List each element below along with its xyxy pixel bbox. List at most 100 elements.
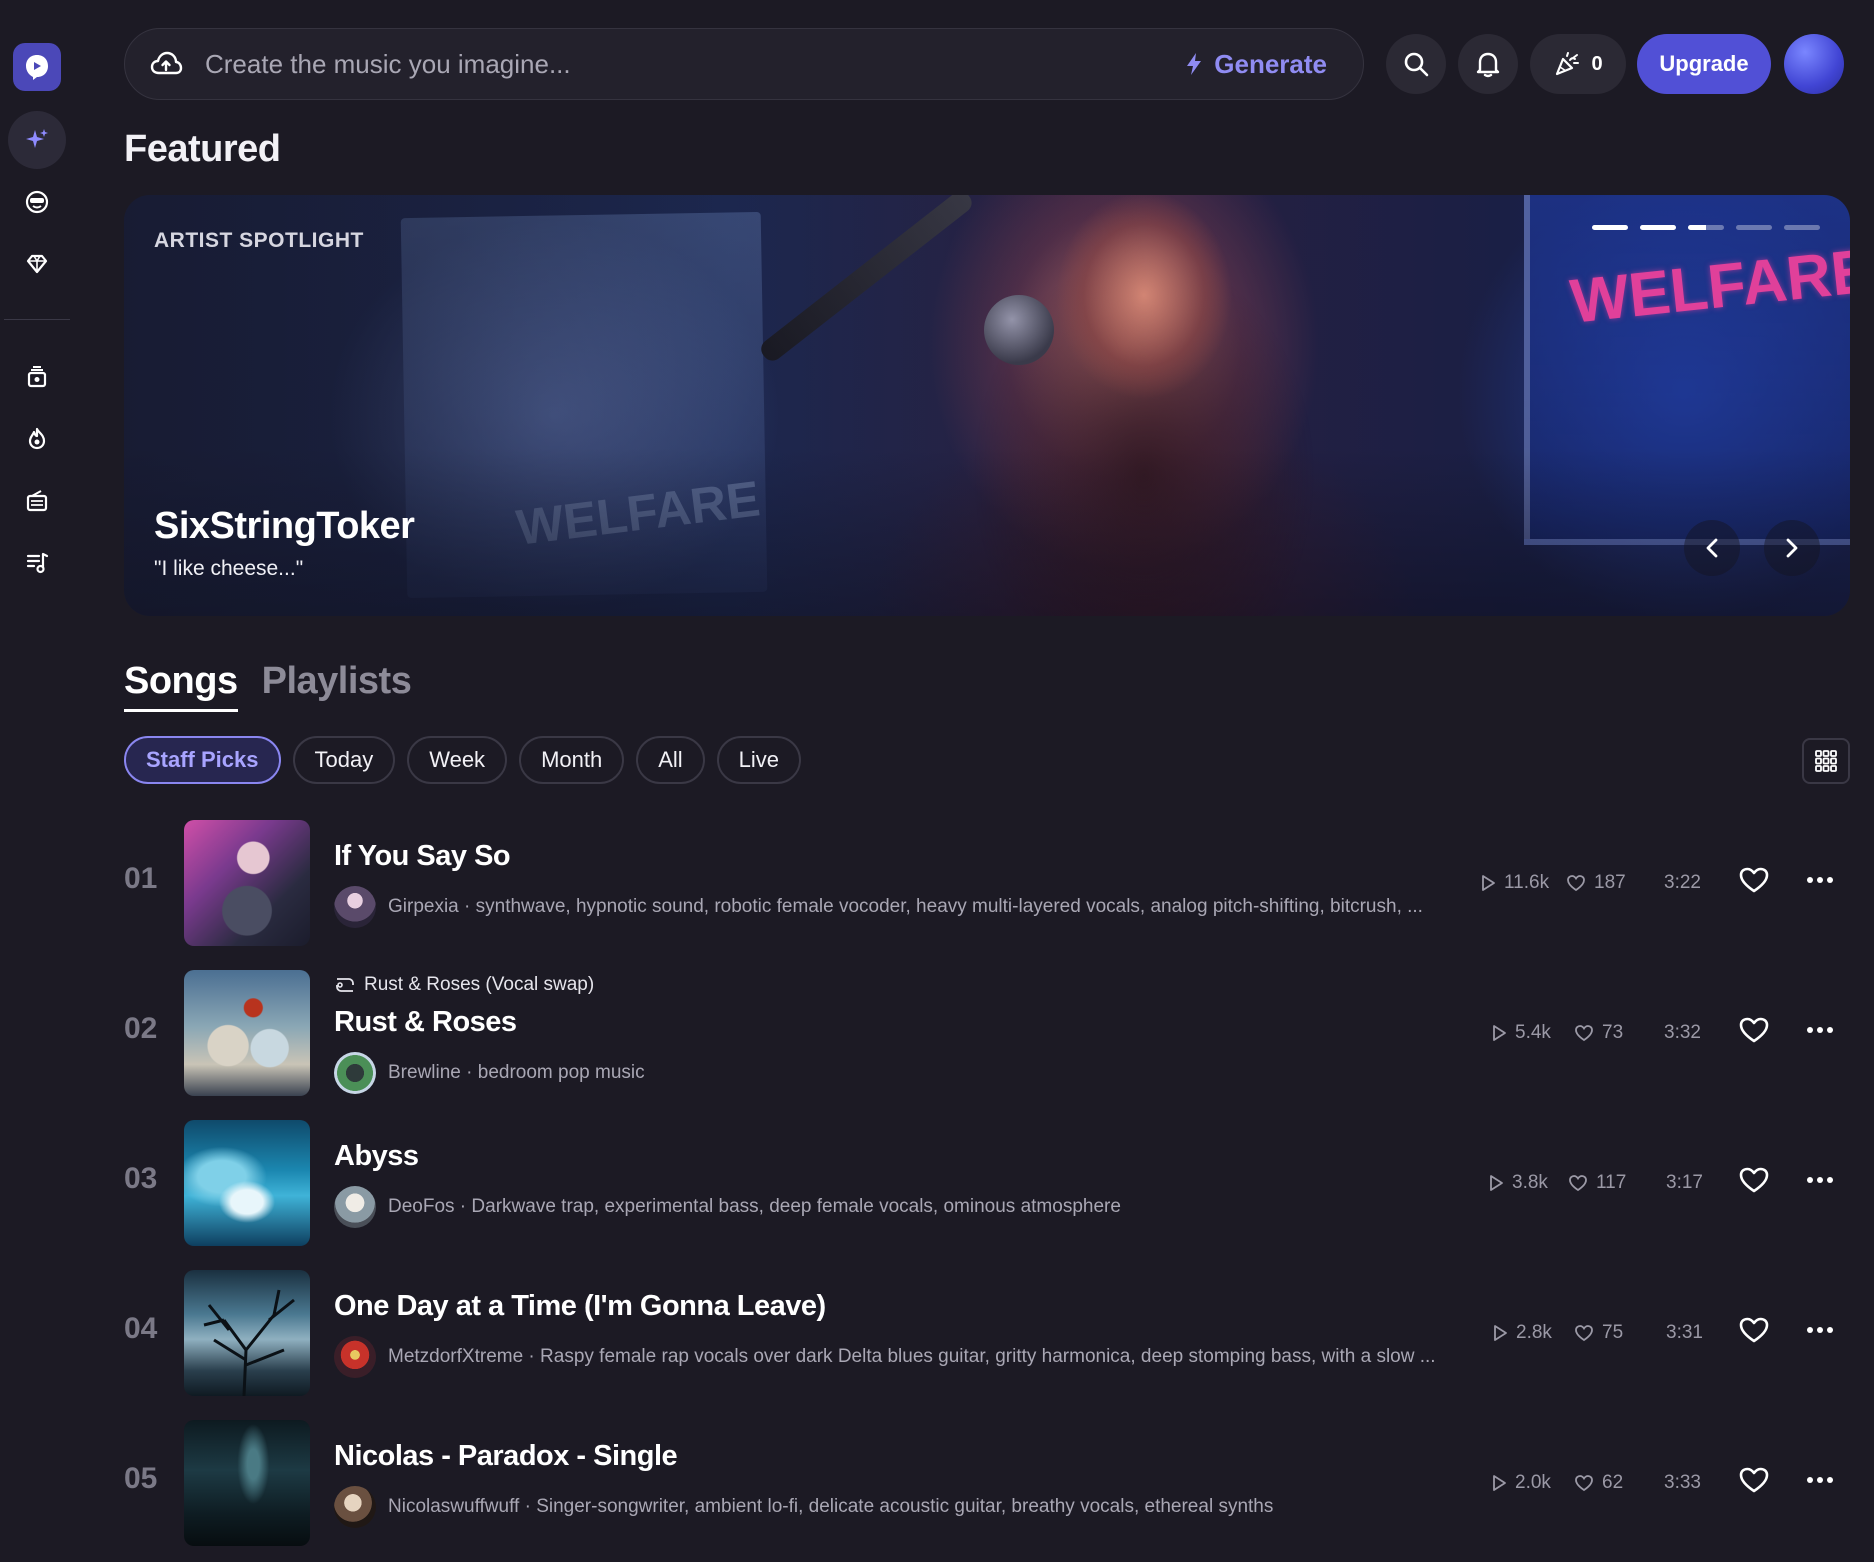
song-artist-and-tags: Brewline · bedroom pop music bbox=[388, 1062, 645, 1083]
song-title[interactable]: Rust & Roses bbox=[334, 1006, 517, 1039]
song-row[interactable]: 03 Abyss DeoFos · Darkwave trap, experim… bbox=[124, 1120, 1850, 1248]
remix-source[interactable]: Rust & Roses (Vocal swap) bbox=[334, 974, 594, 996]
song-cover[interactable] bbox=[184, 970, 310, 1096]
like-button[interactable] bbox=[1734, 1460, 1774, 1500]
carousel-dot[interactable] bbox=[1688, 225, 1724, 230]
song-cover[interactable] bbox=[184, 1270, 310, 1396]
sidebar-item-trending[interactable] bbox=[8, 410, 66, 468]
song-title[interactable]: Abyss bbox=[334, 1140, 419, 1173]
time-filters: Staff Picks Today Week Month All Live bbox=[124, 736, 802, 784]
carousel-prev-button[interactable] bbox=[1684, 520, 1740, 576]
featured-carousel[interactable]: WELFARE WELFARE ARTIST SPOTLIGHT SixStri… bbox=[124, 195, 1850, 616]
heart-icon bbox=[1739, 1167, 1769, 1193]
artist-avatar[interactable] bbox=[334, 1486, 376, 1528]
sidebar-item-radio[interactable] bbox=[8, 472, 66, 530]
like-count: 187 bbox=[1566, 872, 1626, 894]
like-button[interactable] bbox=[1734, 1310, 1774, 1350]
smiley-icon bbox=[25, 190, 49, 214]
search-button[interactable] bbox=[1386, 34, 1446, 94]
cloud-upload-icon[interactable] bbox=[149, 47, 183, 81]
generate-label: Generate bbox=[1214, 48, 1327, 79]
user-avatar[interactable] bbox=[1784, 34, 1844, 94]
heart-icon bbox=[1739, 1317, 1769, 1343]
song-title[interactable]: Nicolas - Paradox - Single bbox=[334, 1440, 678, 1473]
tab-songs[interactable]: Songs bbox=[124, 660, 238, 712]
song-artist[interactable]: Brewline bbox=[388, 1062, 461, 1083]
song-artist[interactable]: Nicolaswuffwuff bbox=[388, 1496, 519, 1517]
song-title[interactable]: One Day at a Time (I'm Gonna Leave) bbox=[334, 1290, 826, 1323]
song-title[interactable]: If You Say So bbox=[334, 840, 511, 873]
like-count-value: 73 bbox=[1602, 1022, 1624, 1043]
sidebar-item-premium[interactable] bbox=[8, 235, 66, 293]
bell-icon bbox=[1476, 52, 1500, 78]
sidebar-item-create[interactable] bbox=[8, 111, 66, 169]
song-duration: 3:17 bbox=[1666, 1172, 1703, 1193]
filter-all[interactable]: All bbox=[636, 736, 705, 784]
grid-view-button[interactable] bbox=[1802, 738, 1850, 784]
artist-avatar[interactable] bbox=[334, 1186, 376, 1228]
artist-avatar[interactable] bbox=[334, 886, 376, 928]
filter-staff-picks[interactable]: Staff Picks bbox=[124, 736, 281, 784]
play-count-value: 11.6k bbox=[1504, 872, 1550, 893]
generate-button[interactable]: Generate bbox=[1184, 49, 1327, 80]
play-count-value: 3.8k bbox=[1512, 1172, 1548, 1193]
credits-counter[interactable]: 0 bbox=[1530, 34, 1626, 94]
song-artist-and-tags: MetzdorfXtreme · Raspy female rap vocals… bbox=[388, 1346, 1436, 1367]
notifications-button[interactable] bbox=[1458, 34, 1518, 94]
carousel-dot[interactable] bbox=[1736, 225, 1772, 230]
more-options-button[interactable] bbox=[1800, 1010, 1840, 1050]
library-icon bbox=[27, 366, 47, 388]
play-icon bbox=[1482, 875, 1495, 891]
song-artist[interactable]: DeoFos bbox=[388, 1196, 455, 1217]
more-options-button[interactable] bbox=[1800, 1310, 1840, 1350]
like-button[interactable] bbox=[1734, 1010, 1774, 1050]
chevron-left-icon bbox=[1706, 538, 1718, 558]
song-tags: synthwave, hypnotic sound, robotic femal… bbox=[475, 896, 1423, 917]
song-cover[interactable] bbox=[184, 1120, 310, 1246]
sidebar-item-explore[interactable] bbox=[8, 173, 66, 231]
song-row[interactable]: 04 One Day at a Time (I'm Gonna Leave) M… bbox=[124, 1270, 1850, 1398]
more-options-button[interactable] bbox=[1800, 1160, 1840, 1200]
filter-month[interactable]: Month bbox=[519, 736, 625, 784]
app-logo[interactable] bbox=[13, 43, 61, 91]
remix-source-title: Rust & Roses (Vocal swap) bbox=[364, 974, 595, 995]
song-artist-and-tags: DeoFos · Darkwave trap, experimental bas… bbox=[388, 1196, 1121, 1217]
more-options-button[interactable] bbox=[1800, 1460, 1840, 1500]
song-cover[interactable] bbox=[184, 820, 310, 946]
more-horizontal-icon bbox=[1807, 877, 1833, 883]
like-count: 75 bbox=[1574, 1322, 1623, 1344]
like-button[interactable] bbox=[1734, 1160, 1774, 1200]
bolt-icon bbox=[1187, 53, 1202, 75]
sidebar-divider bbox=[4, 319, 70, 320]
song-row[interactable]: 02 Rust & Roses (Vocal swap) Rust & Rose… bbox=[124, 970, 1850, 1098]
song-artist[interactable]: MetzdorfXtreme bbox=[388, 1346, 523, 1367]
song-row[interactable]: 05 Nicolas - Paradox - Single Nicolaswuf… bbox=[124, 1420, 1850, 1548]
song-rank: 01 bbox=[124, 862, 158, 895]
play-count-value: 2.8k bbox=[1516, 1322, 1552, 1343]
song-duration: 3:33 bbox=[1664, 1472, 1701, 1493]
more-options-button[interactable] bbox=[1800, 860, 1840, 900]
song-cover[interactable] bbox=[184, 1420, 310, 1546]
confetti-icon bbox=[1556, 52, 1580, 76]
sidebar-item-library[interactable] bbox=[8, 348, 66, 406]
carousel-dot[interactable] bbox=[1640, 225, 1676, 230]
filter-week[interactable]: Week bbox=[407, 736, 508, 784]
like-button[interactable] bbox=[1734, 860, 1774, 900]
filter-live[interactable]: Live bbox=[716, 736, 802, 784]
artist-avatar[interactable] bbox=[334, 1336, 376, 1378]
artist-avatar[interactable] bbox=[334, 1052, 376, 1094]
hero-artist-name[interactable]: SixStringToker bbox=[154, 505, 415, 548]
song-artist[interactable]: Girpexia bbox=[388, 896, 459, 917]
filter-today[interactable]: Today bbox=[292, 736, 396, 784]
carousel-dot[interactable] bbox=[1784, 225, 1820, 230]
tab-playlists[interactable]: Playlists bbox=[262, 660, 412, 712]
create-prompt-input[interactable] bbox=[205, 48, 1185, 80]
song-row[interactable]: 01 If You Say So Girpexia · synthwave, h… bbox=[124, 820, 1850, 948]
play-icon bbox=[1493, 1475, 1506, 1491]
sidebar-item-playlists[interactable] bbox=[8, 534, 66, 592]
like-count: 117 bbox=[1568, 1172, 1626, 1194]
carousel-next-button[interactable] bbox=[1764, 520, 1820, 576]
carousel-dot[interactable] bbox=[1592, 225, 1628, 230]
upgrade-button[interactable]: Upgrade bbox=[1637, 34, 1771, 94]
song-meta: DeoFos · Darkwave trap, experimental bas… bbox=[334, 1186, 1574, 1228]
